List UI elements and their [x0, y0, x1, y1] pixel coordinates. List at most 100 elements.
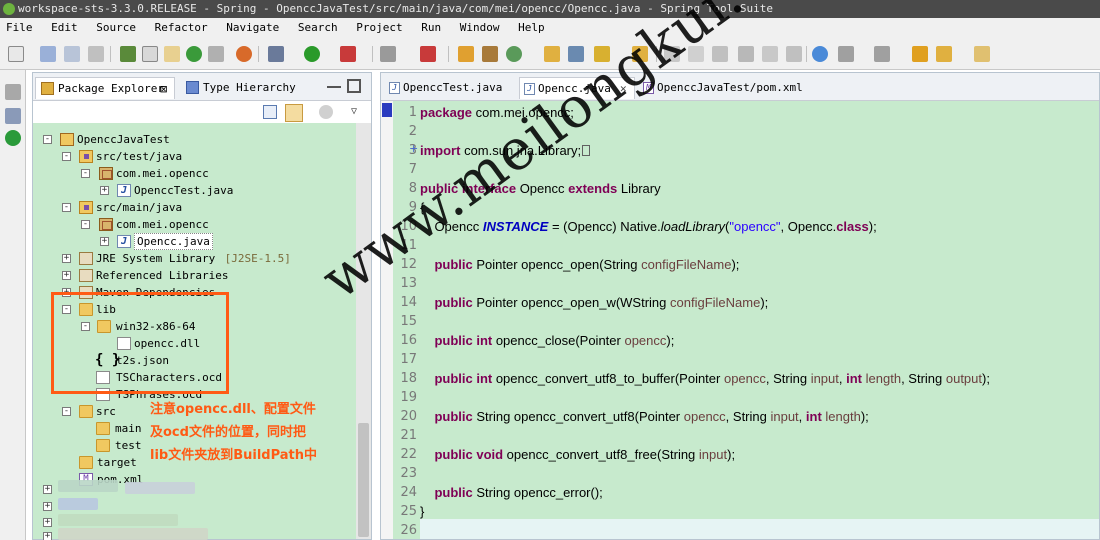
stop-icon[interactable] [380, 46, 396, 62]
servers-view-icon[interactable] [5, 108, 21, 124]
spring-icon[interactable] [236, 46, 252, 62]
menu-window[interactable]: Window [454, 18, 506, 38]
expand-toggle[interactable]: + [100, 186, 109, 195]
tree-scrollbar[interactable] [356, 123, 371, 539]
close-view-icon[interactable]: ⊠ [160, 78, 167, 100]
tab-opencc-java[interactable]: J Opencc.java ✕ [519, 77, 635, 99]
java-file-icon: J [389, 82, 400, 94]
search-icon[interactable] [594, 46, 610, 62]
code-line: public interface Opencc extends Library [420, 181, 661, 196]
expand-toggle[interactable]: + [100, 237, 109, 246]
tree-item[interactable]: - com.mei.opencc [0, 216, 355, 233]
tab-type-hierarchy[interactable]: Type Hierarchy [181, 77, 301, 99]
run-icon[interactable] [304, 46, 320, 62]
next-annotation-icon[interactable] [838, 46, 854, 62]
expand-toggle[interactable]: + [62, 271, 71, 280]
menu-refactor[interactable]: Refactor [149, 18, 214, 38]
show-source-icon[interactable] [762, 46, 778, 62]
annotation-icon[interactable] [664, 46, 680, 62]
link-with-editor-icon[interactable] [285, 104, 303, 122]
terminate-icon[interactable] [420, 46, 436, 62]
open-resource-icon[interactable] [632, 46, 648, 62]
tree-scrollbar-thumb[interactable] [358, 423, 369, 537]
block-select-icon[interactable] [712, 46, 728, 62]
expand-toggle[interactable]: + [43, 485, 52, 494]
folded-block-icon[interactable] [582, 145, 591, 156]
tab-package-explorer-label: Package Explorer [58, 82, 164, 95]
back-icon[interactable] [936, 46, 952, 62]
task-icon[interactable] [164, 46, 180, 62]
package-icon [99, 167, 113, 180]
tree-item[interactable]: + JRE System Library [J2SE-1.5] [0, 250, 355, 267]
tree-item[interactable]: + J Opencc.java [0, 233, 355, 250]
open-folder-icon[interactable] [544, 46, 560, 62]
tab-pom-xml[interactable]: M OpenccJavaTest/pom.xml [639, 77, 809, 99]
expand-toggle[interactable]: + [43, 518, 52, 527]
java-file-icon: J [117, 184, 131, 197]
new-class-icon[interactable] [506, 46, 522, 62]
server-start-icon[interactable] [186, 46, 202, 62]
tree-item[interactable]: + J OpenccTest.java [0, 182, 355, 199]
expand-toggle[interactable]: + [43, 502, 52, 511]
debug-icon[interactable] [268, 46, 284, 62]
last-edit-icon[interactable] [912, 46, 928, 62]
open-type-icon[interactable] [208, 46, 224, 62]
binary-icon[interactable] [142, 46, 158, 62]
save-icon[interactable] [40, 46, 56, 62]
tree-item[interactable]: - src/test/java [0, 148, 355, 165]
save-all-icon[interactable] [64, 46, 80, 62]
blurred-item [58, 528, 208, 540]
globe-icon[interactable] [812, 46, 828, 62]
tree-item-label: Opencc.java [134, 233, 213, 250]
menu-navigate[interactable]: Navigate [220, 18, 285, 38]
tree-item[interactable]: - com.mei.opencc [0, 165, 355, 182]
new-java-project-icon[interactable] [458, 46, 474, 62]
collapse-all-icon[interactable] [263, 105, 277, 119]
tree-item[interactable]: + Referenced Libraries [0, 267, 355, 284]
paragraph-icon[interactable] [786, 46, 802, 62]
focus-task-icon[interactable] [319, 105, 333, 119]
menu-file[interactable]: File [0, 18, 39, 38]
java-file-icon: J [524, 83, 535, 95]
line-number: 11 [400, 238, 417, 253]
collapse-toggle[interactable]: - [81, 169, 90, 178]
collapse-toggle[interactable]: - [43, 135, 52, 144]
external-tools-icon[interactable] [340, 46, 356, 62]
collapse-toggle[interactable]: - [62, 152, 71, 161]
restore-icon[interactable] [5, 84, 21, 100]
whitespace-icon[interactable] [738, 46, 754, 62]
minimize-icon[interactable] [327, 86, 341, 88]
menu-source[interactable]: Source [90, 18, 142, 38]
blurred-item [58, 498, 98, 510]
collapse-toggle[interactable]: - [62, 203, 71, 212]
line-number: 21 [400, 428, 417, 443]
maximize-icon[interactable] [347, 79, 361, 93]
tree-item[interactable]: - OpenccJavaTest [0, 131, 355, 148]
new-icon[interactable] [8, 46, 24, 62]
fold-expand-icon[interactable]: + [409, 143, 418, 154]
new-package-icon[interactable] [482, 46, 498, 62]
close-tab-icon[interactable]: ✕ [620, 78, 627, 100]
menu-search[interactable]: Search [292, 18, 344, 38]
print-icon[interactable] [88, 46, 104, 62]
tab-package-explorer[interactable]: Package Explorer ⊠ [35, 77, 175, 99]
open-file-icon[interactable] [568, 46, 584, 62]
collapse-toggle[interactable]: - [62, 407, 71, 416]
tab-openccTest-java[interactable]: J OpenccTest.java [385, 77, 503, 99]
expand-toggle[interactable]: + [62, 254, 71, 263]
menu-project[interactable]: Project [350, 18, 408, 38]
forward-icon[interactable] [974, 46, 990, 62]
view-menu-icon[interactable]: ▽ [351, 105, 365, 119]
expand-toggle[interactable]: + [43, 532, 52, 540]
overview-ruler [381, 101, 393, 539]
collapse-toggle[interactable]: - [81, 220, 90, 229]
menu-run[interactable]: Run [415, 18, 447, 38]
mark-occurrences-icon[interactable] [688, 46, 704, 62]
tree-item[interactable]: - src/main/java [0, 199, 355, 216]
type-hierarchy-icon [186, 81, 199, 94]
menu-help[interactable]: Help [512, 18, 551, 38]
previous-annotation-icon[interactable] [874, 46, 890, 62]
build-icon[interactable] [120, 46, 136, 62]
menu-edit[interactable]: Edit [45, 18, 84, 38]
project-icon [60, 133, 74, 146]
